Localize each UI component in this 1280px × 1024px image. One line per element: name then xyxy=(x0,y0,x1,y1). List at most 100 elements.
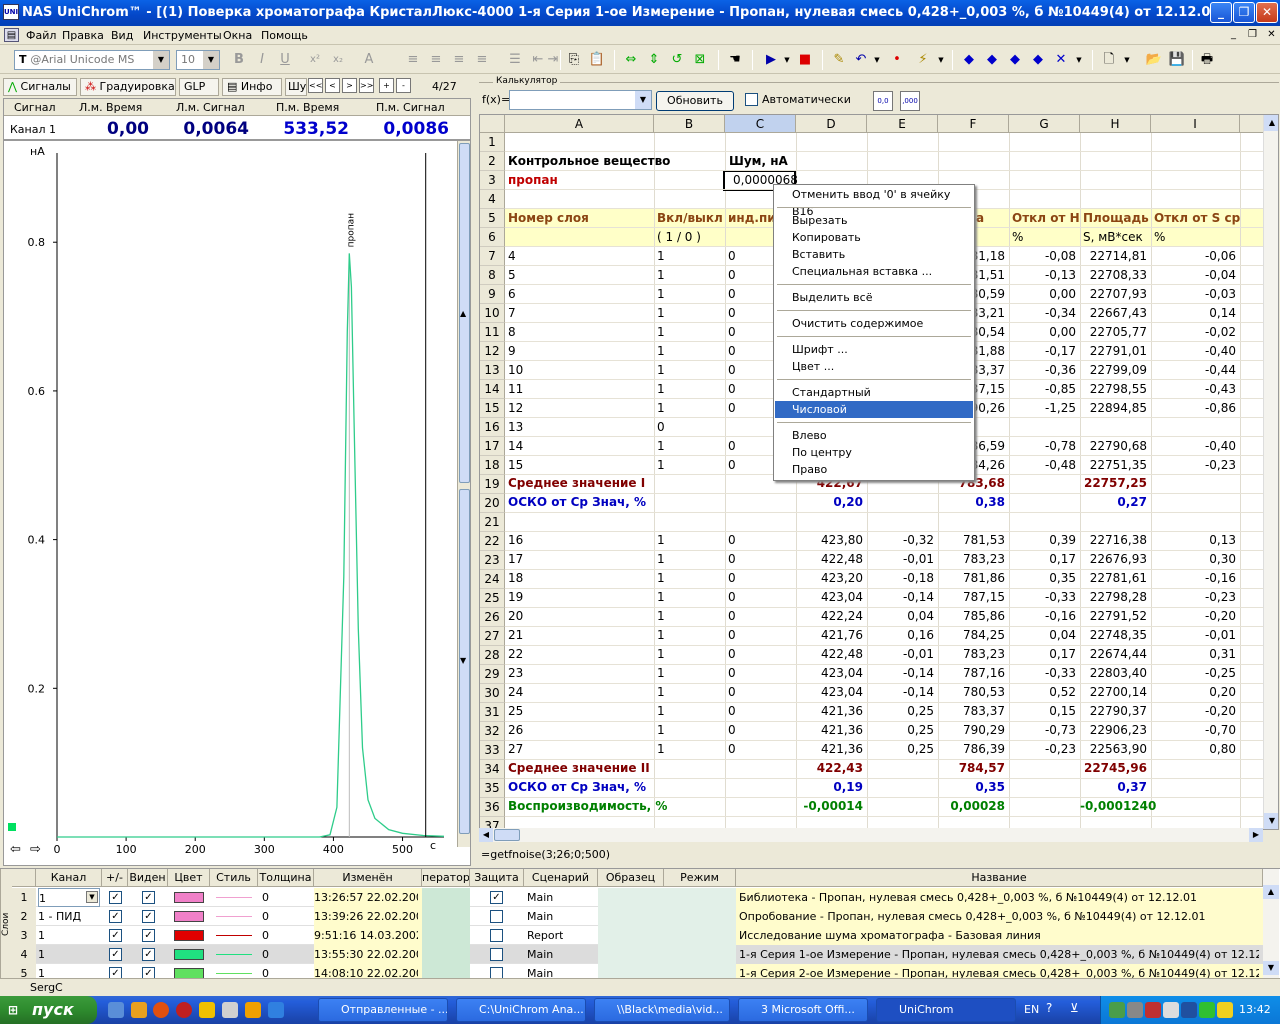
table-cell[interactable]: 22790,68 xyxy=(1080,437,1147,456)
table-cell[interactable]: 1 xyxy=(657,323,665,342)
col-header-h[interactable]: H xyxy=(1080,115,1151,133)
language-indicator[interactable]: EN xyxy=(1024,1003,1039,1016)
table-cell[interactable]: -0,18 xyxy=(867,569,934,588)
table-cell[interactable]: 22798,55 xyxy=(1080,380,1147,399)
task-media-folder[interactable]: \\Black\media\vid... xyxy=(594,998,730,1022)
table-cell[interactable]: -0,23 xyxy=(1151,456,1236,475)
table-cell[interactable]: 783,23 xyxy=(938,645,1005,664)
col-header-b[interactable]: B xyxy=(654,115,725,133)
layer-protect-checkbox[interactable] xyxy=(490,910,503,923)
cell-i5[interactable]: Откл от S ср xyxy=(1154,209,1240,228)
table-cell[interactable]: 10 xyxy=(508,361,523,380)
close-button[interactable]: ✕ xyxy=(1256,2,1278,23)
ctx-paste-special[interactable]: Специальная вставка ... xyxy=(775,263,973,280)
row-header[interactable]: 7 xyxy=(480,247,505,266)
remove-page-button[interactable]: - xyxy=(396,78,411,93)
delete-peak-icon[interactable]: ✕ xyxy=(1052,51,1070,69)
table-cell[interactable]: 22751,35 xyxy=(1080,456,1147,475)
ie-icon[interactable] xyxy=(268,1002,284,1018)
next-page-button[interactable]: > xyxy=(342,78,357,93)
layer-color-swatch[interactable] xyxy=(174,892,204,903)
table-cell[interactable]: -1,25 xyxy=(1009,399,1076,418)
bt-col-width[interactable]: Толщина xyxy=(258,869,314,887)
table-cell[interactable]: 22803,40 xyxy=(1080,664,1147,683)
bullet-list-icon[interactable]: ☰ xyxy=(506,51,524,69)
table-cell[interactable]: 22700,14 xyxy=(1080,683,1147,702)
ctx-align-right[interactable]: Право xyxy=(775,461,973,478)
table-cell[interactable]: 0,80 xyxy=(1151,740,1236,759)
align-center-icon[interactable]: ≡ xyxy=(427,51,445,69)
chart-scrollbar[interactable]: ▲ ▼ xyxy=(457,141,470,847)
layer-name[interactable]: 1-я Серия 1-ое Измерение - Пропан, нулев… xyxy=(739,945,1259,964)
cell-g5[interactable]: Откл от Н xyxy=(1012,209,1080,228)
table-cell[interactable]: 22707,93 xyxy=(1080,285,1147,304)
vertical-stretch-icon[interactable]: ⇕ xyxy=(645,51,663,69)
table-cell[interactable]: 1 xyxy=(657,304,665,323)
row-header[interactable]: 12 xyxy=(480,342,505,361)
layer-row-number[interactable]: 4 xyxy=(12,945,36,964)
layer-name[interactable]: Опробование - Пропан, нулевая смесь 0,42… xyxy=(739,907,1259,926)
sheet-vscrollbar[interactable]: ▲ ▼ xyxy=(1263,115,1278,829)
table-cell[interactable]: 1 xyxy=(657,702,665,721)
task-unichrom-folder[interactable]: C:\UniChrom Ana... xyxy=(456,998,586,1022)
layer-plusminus-checkbox[interactable]: ✓ xyxy=(109,929,122,942)
tray-icon-6[interactable] xyxy=(1199,1002,1215,1018)
increase-decimals-button[interactable]: ,000 xyxy=(900,91,920,111)
open-folder-icon[interactable]: 📂 xyxy=(1145,51,1163,69)
cell-f36[interactable]: 0,00028 xyxy=(938,797,1005,816)
table-cell[interactable]: -0,02 xyxy=(1151,323,1236,342)
layer-row-number[interactable]: 2 xyxy=(12,907,36,926)
ctx-clear[interactable]: Очистить содержимое xyxy=(775,315,973,332)
row-header[interactable]: 16 xyxy=(480,418,505,437)
layer-channel[interactable]: 1 xyxy=(38,964,100,978)
tray-icon-3[interactable] xyxy=(1145,1002,1161,1018)
delete-dropdown-icon[interactable]: ▼ xyxy=(1070,51,1088,69)
peak-left-icon[interactable]: ◆ xyxy=(960,51,978,69)
table-cell[interactable]: 1 xyxy=(657,247,665,266)
ctx-align-center[interactable]: По центру xyxy=(775,444,973,461)
row-header[interactable]: 34 xyxy=(480,760,505,779)
layer-width[interactable]: 0 xyxy=(262,945,269,964)
maximize-button[interactable]: ❐ xyxy=(1233,2,1255,23)
tray-icon-1[interactable] xyxy=(1109,1002,1125,1018)
cell-g6[interactable]: % xyxy=(1012,228,1023,247)
scroll-left-icon[interactable]: ◀ xyxy=(479,828,493,842)
bt-col-plusminus[interactable]: +/- xyxy=(102,869,128,887)
layer-plusminus-checkbox[interactable]: ✓ xyxy=(109,891,122,904)
layer-visible-checkbox[interactable]: ✓ xyxy=(142,967,155,978)
cell-c2[interactable]: Шум, нА xyxy=(729,152,788,171)
doc-close-button[interactable]: ✕ xyxy=(1264,28,1279,42)
table-cell[interactable]: 14 xyxy=(508,437,523,456)
row-header[interactable]: 30 xyxy=(480,684,505,703)
table-cell[interactable]: -0,85 xyxy=(1009,380,1076,399)
table-cell[interactable]: 22906,23 xyxy=(1080,721,1147,740)
table-cell[interactable]: 0,31 xyxy=(1151,645,1236,664)
tray-icon-7[interactable] xyxy=(1217,1002,1233,1018)
cell-f35[interactable]: 0,35 xyxy=(938,778,1005,797)
layer-scenario[interactable]: Main xyxy=(527,945,553,964)
bt-col-mode[interactable]: Режим xyxy=(664,869,736,887)
layer-protect-checkbox[interactable] xyxy=(490,929,503,942)
table-cell[interactable]: 0,00 xyxy=(1009,285,1076,304)
row-header[interactable]: 35 xyxy=(480,779,505,798)
underline-icon[interactable]: U xyxy=(276,51,294,69)
tab-signals[interactable]: ⋀ Сигналы xyxy=(3,78,77,96)
table-cell[interactable]: 26 xyxy=(508,721,523,740)
table-cell[interactable]: 0 xyxy=(728,607,736,626)
table-cell[interactable]: 1 xyxy=(657,588,665,607)
table-cell[interactable]: 21 xyxy=(508,626,523,645)
table-cell[interactable]: 1 xyxy=(657,361,665,380)
layer-style-line[interactable] xyxy=(216,935,252,936)
row-header[interactable]: 23 xyxy=(480,551,505,570)
table-cell[interactable]: 1 xyxy=(657,531,665,550)
table-cell[interactable]: 22674,44 xyxy=(1080,645,1147,664)
table-cell[interactable]: 0,15 xyxy=(1009,702,1076,721)
col-header-c[interactable]: C xyxy=(725,115,796,133)
cell-b6[interactable]: ( 1 / 0 ) xyxy=(657,228,701,247)
point-icon[interactable]: • xyxy=(888,51,906,69)
font-size-combo[interactable]: 10 ▼ xyxy=(176,50,220,70)
bt-col-sample[interactable]: Образец xyxy=(598,869,664,887)
menu-windows[interactable]: Окна xyxy=(223,29,252,42)
layer-name[interactable]: Исследование шума хроматографа - Базовая… xyxy=(739,926,1259,945)
paste-icon[interactable]: 📋 xyxy=(588,51,606,69)
